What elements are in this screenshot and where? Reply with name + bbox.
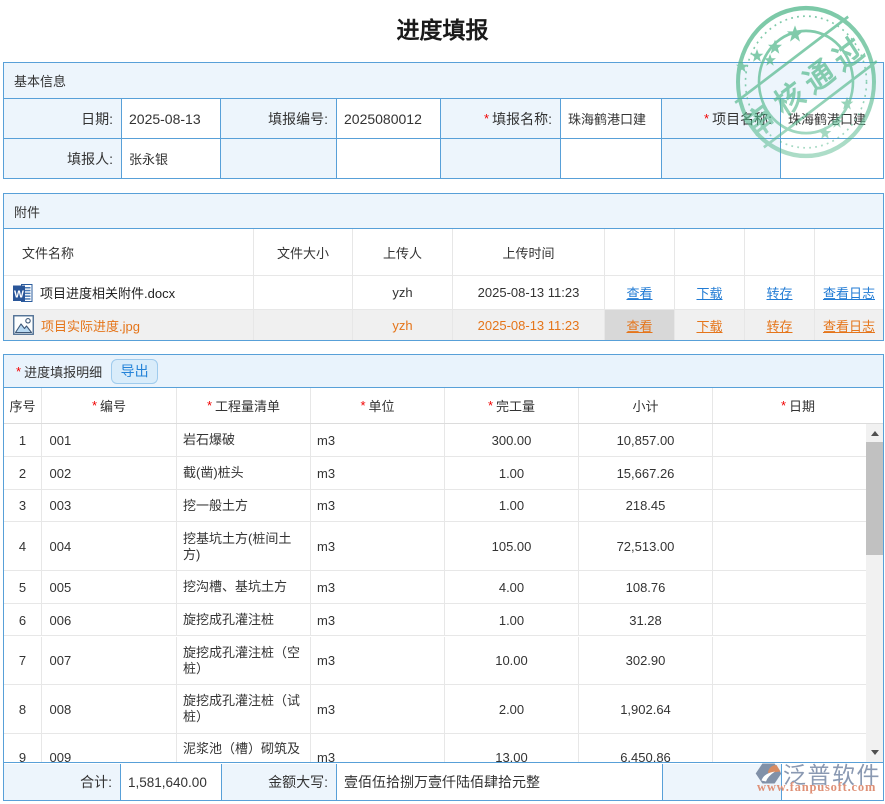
svg-text:W: W	[14, 288, 24, 300]
